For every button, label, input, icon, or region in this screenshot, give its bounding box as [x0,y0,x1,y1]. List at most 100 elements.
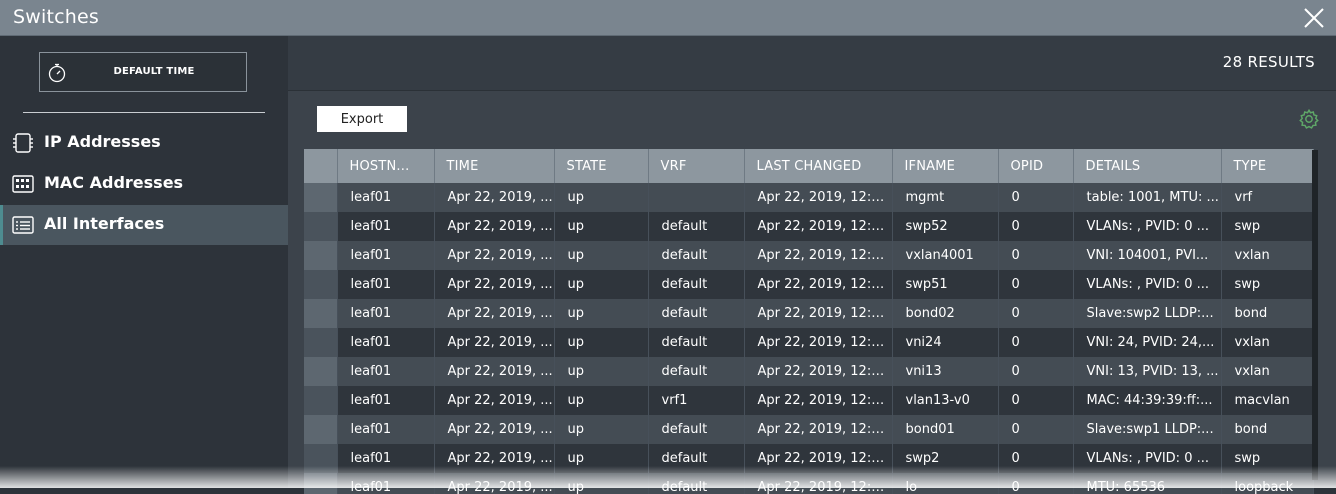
table-cell: default [648,415,745,444]
table-cell: MTU: 65536 [1073,473,1222,494]
sidebar-item-all-interfaces[interactable]: All Interfaces [0,205,288,245]
table-cell: 0 [998,299,1074,328]
table-cell: swp2 [892,444,999,473]
table-cell: 0 [998,241,1074,270]
table-cell: swp51 [892,270,999,299]
table-cell: up [554,241,649,270]
row-select-cell[interactable] [304,415,338,444]
table-cell: Slave:swp2 LLDP:... [1073,299,1222,328]
column-header-type[interactable]: TYPE [1221,149,1314,183]
window-titlebar: Switches [0,0,1336,36]
table-cell: Apr 22, 2019, 12:3... [744,328,893,357]
default-time-button[interactable]: DEFAULT TIME [39,52,247,92]
main-panel: 28 RESULTS Export HOSTN... TIME STATE VR… [288,36,1336,494]
table-row[interactable]: leaf01 Apr 22, 2019, ... up default Apr 22, … [304,444,1314,473]
table-cell: Apr 22, 2019, ... [434,357,555,386]
ip-address-icon [13,133,33,153]
table-cell: Apr 22, 2019, 12:3... [744,444,893,473]
table-cell: Apr 22, 2019, ... [434,299,555,328]
select-all-header[interactable] [304,149,338,183]
table-row[interactable]: leaf01 Apr 22, 2019, ... up vrf1 Apr 22, 201… [304,386,1314,415]
sidebar-item-ip-addresses[interactable]: IP Addresses [0,123,288,163]
table-cell: bond [1221,415,1314,444]
sidebar-item-mac-addresses[interactable]: MAC Addresses [0,164,288,204]
row-select-cell[interactable] [304,241,338,270]
table-cell: up [554,328,649,357]
table-cell: Apr 22, 2019, 12:3... [744,299,893,328]
table-cell: VNI: 104001, PVI... [1073,241,1222,270]
table-cell: vlan13-v0 [892,386,999,415]
table-row[interactable]: leaf01 Apr 22, 2019, ... up default Apr 22, … [304,299,1314,328]
table-cell: Slave:swp1 LLDP:... [1073,415,1222,444]
table-cell: Apr 22, 2019, 12:3... [744,241,893,270]
close-icon[interactable] [1302,6,1326,30]
column-header-time[interactable]: TIME [434,149,555,183]
table-row[interactable]: leaf01 Apr 22, 2019, ... up Apr 22, 2019, 1… [304,183,1314,212]
gear-icon[interactable] [1298,108,1320,130]
table-cell: vxlan [1221,241,1314,270]
table-cell: default [648,473,745,494]
table-cell: loopback [1221,473,1314,494]
mac-address-icon [12,175,34,193]
table-cell: 0 [998,444,1074,473]
sidebar-item-label: IP Addresses [44,132,161,151]
table-cell: default [648,328,745,357]
table-cell: macvlan [1221,386,1314,415]
table-row[interactable]: leaf01 Apr 22, 2019, ... up default Apr 22, … [304,241,1314,270]
column-header-vrf[interactable]: VRF [648,149,745,183]
table-cell: Apr 22, 2019, ... [434,444,555,473]
row-select-cell[interactable] [304,357,338,386]
table-row[interactable]: leaf01 Apr 22, 2019, ... up default Apr 22, … [304,270,1314,299]
table-cell: Apr 22, 2019, 12:3... [744,183,893,212]
results-count: 28 RESULTS [1222,53,1315,71]
column-header-ifname[interactable]: IFNAME [892,149,999,183]
interfaces-icon [12,216,34,234]
row-select-cell[interactable] [304,270,338,299]
table-cell: Apr 22, 2019, ... [434,473,555,494]
table-cell: bond01 [892,415,999,444]
table-cell: Apr 22, 2019, 12:3... [744,386,893,415]
table-row[interactable]: leaf01 Apr 22, 2019, ... up default Apr 22, … [304,473,1314,494]
table-cell: leaf01 [337,299,435,328]
row-select-cell[interactable] [304,473,338,494]
row-select-cell[interactable] [304,212,338,241]
row-select-cell[interactable] [304,299,338,328]
table-row[interactable]: leaf01 Apr 22, 2019, ... up default Apr 22, … [304,212,1314,241]
table-cell: default [648,444,745,473]
table-cell: leaf01 [337,415,435,444]
table-cell: Apr 22, 2019, 12:3... [744,212,893,241]
export-button[interactable]: Export [317,106,407,132]
table-cell: default [648,212,745,241]
table-cell: leaf01 [337,328,435,357]
table-cell: up [554,357,649,386]
table-row[interactable]: leaf01 Apr 22, 2019, ... up default Apr 22, … [304,328,1314,357]
row-select-cell[interactable] [304,183,338,212]
table-cell: VLANs: , PVID: 0 ... [1073,444,1222,473]
table-cell: vxlan [1221,357,1314,386]
table-cell: leaf01 [337,212,435,241]
column-header-hostname[interactable]: HOSTN... [337,149,435,183]
column-header-state[interactable]: STATE [554,149,649,183]
table-cell: Apr 22, 2019, 12:3... [744,415,893,444]
row-select-cell[interactable] [304,444,338,473]
table-cell: 0 [998,183,1074,212]
column-header-opid[interactable]: OPID [998,149,1074,183]
table-scrollbar[interactable] [1312,150,1318,480]
table-cell: lo [892,473,999,494]
table-cell: up [554,183,649,212]
sidebar-divider [23,112,265,113]
table-row[interactable]: leaf01 Apr 22, 2019, ... up default Apr 22, … [304,357,1314,386]
table-header-row: HOSTN... TIME STATE VRF LAST CHANGED IFN… [304,149,1314,183]
table-cell: Apr 22, 2019, ... [434,328,555,357]
table-cell: vrf [1221,183,1314,212]
table-cell: leaf01 [337,183,435,212]
row-select-cell[interactable] [304,386,338,415]
column-header-details[interactable]: DETAILS [1073,149,1222,183]
table-cell: Apr 22, 2019, ... [434,415,555,444]
table-row[interactable]: leaf01 Apr 22, 2019, ... up default Apr 22, … [304,415,1314,444]
row-select-cell[interactable] [304,328,338,357]
table-cell: up [554,415,649,444]
table-cell: default [648,357,745,386]
column-header-last-changed[interactable]: LAST CHANGED [744,149,893,183]
table-cell: 0 [998,415,1074,444]
